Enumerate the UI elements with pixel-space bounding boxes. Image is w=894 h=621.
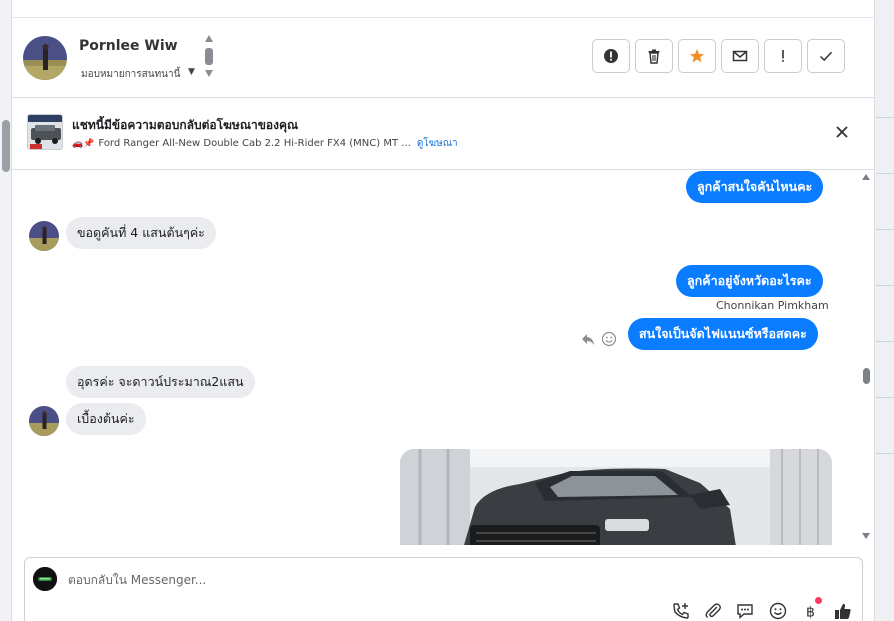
left-scrollbar-thumb[interactable] <box>2 120 10 172</box>
reply-input[interactable]: ตอบกลับใน Messenger... <box>68 571 206 590</box>
right-divider <box>876 397 894 398</box>
envelope-icon <box>732 50 748 62</box>
check-icon <box>819 51 833 62</box>
ad-description: 🚗📌 Ford Ranger All-New Double Cab 2.2 Hi-… <box>72 136 458 151</box>
ad-banner-title: แชทนี้มีข้อความตอบกลับต่อโฆษณาของคุณ <box>72 118 299 132</box>
chat-bubble-icon[interactable] <box>735 601 755 621</box>
outgoing-photo-message[interactable] <box>400 449 832 545</box>
right-divider <box>876 341 894 342</box>
phone-plus-icon[interactable] <box>671 601 691 621</box>
close-icon[interactable] <box>833 123 851 141</box>
mark-unread-button[interactable] <box>721 39 759 73</box>
outgoing-message[interactable]: สนใจเป็นจัดไฟแนนซ์หรือสดคะ <box>628 318 818 350</box>
incoming-message[interactable]: อุดรค่ะ จะดาวน์ประมาณ2แสน <box>66 366 255 398</box>
thumbs-up-icon[interactable] <box>833 601 853 621</box>
exclamation-circle-icon <box>604 49 618 63</box>
trash-icon <box>648 49 660 64</box>
right-divider <box>876 453 894 454</box>
smiley-reaction-icon[interactable] <box>601 331 617 347</box>
incoming-message[interactable]: เบื้องต้นค่ะ <box>66 403 146 435</box>
thread-scrollbar[interactable] <box>862 170 874 545</box>
scroll-down-icon[interactable] <box>862 533 870 539</box>
follow-up-button[interactable] <box>764 39 802 73</box>
contact-avatar[interactable] <box>23 36 67 80</box>
message-sender-name: Chonnikan Pimkham <box>716 299 829 312</box>
outgoing-message[interactable]: ลูกค้าสนใจคันไหนคะ <box>686 171 824 203</box>
contact-name[interactable]: Pornlee Wiw <box>79 38 178 54</box>
scrollbar-thumb[interactable] <box>863 368 870 384</box>
baht-icon[interactable]: ฿ <box>801 601 821 621</box>
right-divider <box>876 117 894 118</box>
right-divider <box>876 173 894 174</box>
header-scroll-control[interactable] <box>205 35 215 79</box>
scroll-thumb[interactable] <box>205 48 213 65</box>
assign-conversation-dropdown[interactable]: มอบหมายการสนทนานี้ <box>81 67 180 82</box>
car-and-pin-emoji-icon: 🚗📌 <box>72 139 95 149</box>
ad-reply-banner: แชทนี้มีข้อความตอบกลับต่อโฆษณาของคุณ 🚗📌 F… <box>12 98 874 170</box>
page-avatar <box>33 567 57 591</box>
mark-done-button[interactable] <box>807 39 845 73</box>
notification-dot <box>815 597 822 604</box>
outgoing-message[interactable]: ลูกค้าอยู่จังหวัดอะไรคะ <box>676 265 823 297</box>
incoming-message[interactable]: ขอดูคันที่ 4 แสนต้นๆค่ะ <box>66 217 216 249</box>
messenger-inbox: Pornlee Wiw มอบหมายการสนทนานี้ ▼ แชทนี้ม… <box>0 0 894 621</box>
conversation-header: Pornlee Wiw มอบหมายการสนทนานี้ ▼ <box>12 18 874 98</box>
star-button[interactable] <box>678 39 716 73</box>
scroll-up-icon[interactable] <box>862 174 870 180</box>
chevron-down-icon[interactable]: ▼ <box>188 67 195 77</box>
svg-text:฿: ฿ <box>806 605 815 621</box>
delete-button[interactable] <box>635 39 673 73</box>
composer-toolbar: ฿ <box>671 601 861 621</box>
view-ad-link[interactable]: ดูโฆษณา <box>417 138 458 149</box>
contact-avatar-small[interactable] <box>29 221 59 251</box>
ad-thumbnail[interactable] <box>27 114 63 150</box>
paperclip-icon[interactable] <box>703 601 723 621</box>
star-icon <box>689 49 705 63</box>
left-panel-edge <box>0 0 12 621</box>
reply-composer: ตอบกลับใน Messenger... ฿ <box>24 557 863 621</box>
ad-text: Ford Ranger All-New Double Cab 2.2 Hi-Ri… <box>98 138 411 149</box>
report-spam-button[interactable] <box>592 39 630 73</box>
message-thread: ลูกค้าสนใจคันไหนคะ ขอดูคันที่ 4 แสนต้นๆค… <box>12 170 862 545</box>
scroll-down-icon[interactable] <box>205 70 213 77</box>
scroll-up-icon[interactable] <box>205 35 213 42</box>
right-divider <box>876 285 894 286</box>
smiley-icon[interactable] <box>768 601 788 621</box>
right-panel-edge <box>874 0 894 621</box>
right-divider <box>876 229 894 230</box>
exclamation-icon <box>782 50 784 62</box>
contact-avatar-small[interactable] <box>29 406 59 436</box>
reply-icon[interactable] <box>580 331 596 347</box>
